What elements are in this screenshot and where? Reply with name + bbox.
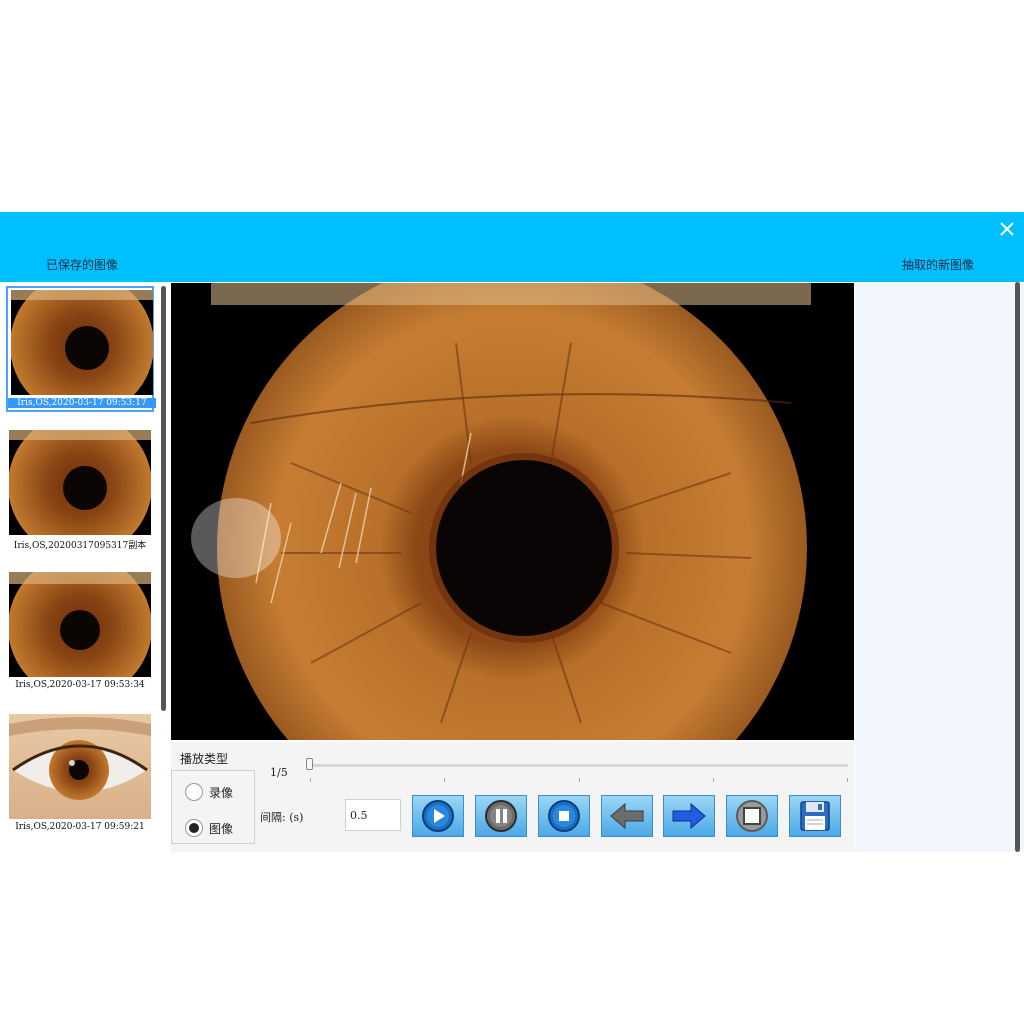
thumbnail-item[interactable]: Iris,OS,2020-03-17 09:53:17: [6, 286, 156, 412]
capture-icon: [736, 800, 768, 832]
thumbnail-item[interactable]: Iris,OS,2020-03-17 09:59:21: [6, 712, 154, 838]
thumbnail-item[interactable]: Iris,OS,20200317095317副本: [6, 428, 154, 554]
interval-label: 间隔: (s): [260, 811, 304, 824]
thumbnail-caption: Iris,OS,2020-03-17 09:59:21: [15, 822, 145, 832]
saved-images-list[interactable]: Iris,OS,2020-03-17 09:53:17 Iris,OS,2020…: [0, 283, 168, 852]
pause-button[interactable]: [475, 795, 527, 837]
slider-tick: [310, 778, 311, 782]
playback-type-title: 播放类型: [180, 752, 229, 766]
saved-images-label: 已保存的图像: [46, 258, 119, 272]
main-preview-image: [171, 283, 854, 740]
arrow-right-icon: [672, 802, 706, 830]
playback-controls: 播放类型 录像 图像 1/5 间隔: (s): [171, 742, 854, 852]
iris-thumbnail-image: [11, 290, 153, 395]
thumbnail-caption: Iris,OS,2020-03-17 09:53:34: [15, 680, 145, 690]
play-icon: [422, 800, 454, 832]
save-icon: [800, 801, 830, 831]
title-bar: 已保存的图像 抽取的新图像: [0, 212, 1024, 282]
thumbnail-caption: Iris,OS,2020-03-17 09:53:17: [8, 398, 156, 408]
save-button[interactable]: [789, 795, 841, 837]
slider-tick: [847, 778, 848, 782]
frame-slider-track[interactable]: [308, 764, 848, 767]
interval-input[interactable]: [345, 799, 401, 831]
thumbnail-scrollbar[interactable]: [161, 286, 166, 711]
stop-button[interactable]: [538, 795, 590, 837]
arrow-left-icon: [610, 802, 644, 830]
previous-button[interactable]: [601, 795, 653, 837]
thumbnail-item[interactable]: Iris,OS,2020-03-17 09:53:34: [6, 570, 154, 696]
playback-type-group: 录像 图像: [171, 770, 255, 844]
eye-thumbnail-image: [9, 714, 151, 819]
new-images-label: 抽取的新图像: [902, 258, 975, 272]
stop-icon: [548, 800, 580, 832]
new-images-scrollbar[interactable]: [1015, 282, 1020, 852]
pause-icon: [485, 800, 517, 832]
radio-video[interactable]: [185, 783, 203, 801]
radio-image[interactable]: [185, 819, 203, 837]
play-button[interactable]: [412, 795, 464, 837]
image-playback-window: 已保存的图像 抽取的新图像 Iris,OS,2020-03-17 09:53:1…: [0, 212, 1024, 852]
slider-tick: [579, 778, 580, 782]
next-button[interactable]: [663, 795, 715, 837]
radio-video-label: 录像: [209, 786, 234, 800]
iris-thumbnail-image: [9, 572, 151, 677]
frame-slider-thumb[interactable]: [306, 758, 313, 770]
radio-image-label: 图像: [209, 822, 234, 836]
capture-button[interactable]: [726, 795, 778, 837]
iris-thumbnail-image: [9, 430, 151, 535]
slider-tick: [713, 778, 714, 782]
close-button[interactable]: [996, 218, 1018, 240]
frame-counter: 1/5: [270, 766, 288, 779]
slider-tick: [444, 778, 445, 782]
new-images-panel[interactable]: [855, 283, 1024, 852]
thumbnail-caption: Iris,OS,20200317095317副本: [13, 541, 147, 551]
close-icon: [1000, 222, 1014, 236]
